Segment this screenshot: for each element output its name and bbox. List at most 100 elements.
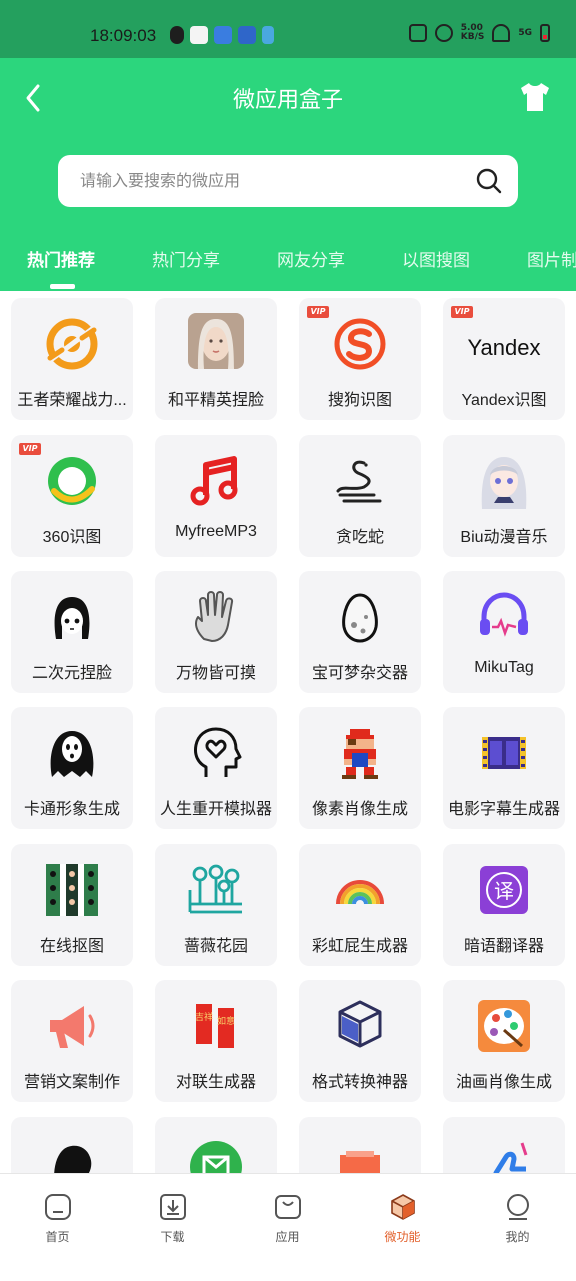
app-card[interactable] <box>155 1117 277 1173</box>
avatar-girl-icon <box>188 313 244 369</box>
search-icon[interactable] <box>476 168 502 194</box>
app-label: 像素肖像生成 <box>311 801 408 818</box>
svg-text:Yandex: Yandex <box>468 335 541 360</box>
svg-text:如意: 如意 <box>217 1015 235 1027</box>
bottom-nav: 首页 下载 应用 微功能 我的 <box>0 1173 576 1281</box>
app-card[interactable]: 人生重开模拟器 <box>155 707 277 829</box>
status-time: 18:09:03 <box>90 26 157 45</box>
app-card[interactable]: VIP 搜狗识图 <box>299 298 421 420</box>
thumbs-up-icon <box>493 1142 528 1173</box>
tab-user-share[interactable]: 网友分享 <box>277 246 345 271</box>
nav-apps[interactable]: 应用 <box>230 1192 345 1245</box>
search-input[interactable] <box>78 155 462 209</box>
app-label: 卡通形象生成 <box>23 801 120 818</box>
tab-hot-share[interactable]: 热门分享 <box>152 246 220 271</box>
app-notif-icon <box>238 26 256 44</box>
battery-icon <box>540 24 550 42</box>
vip-badge: VIP <box>19 443 41 455</box>
app-card[interactable]: 吉祥 如意 对联生成器 <box>155 980 277 1102</box>
app-card[interactable]: Biu动漫音乐 <box>443 435 565 557</box>
app-card[interactable]: MyfreeMP3 <box>155 435 277 557</box>
signal-icon: 5G <box>518 28 532 38</box>
app-label: 王者荣耀战力... <box>17 392 127 409</box>
nav-label: 我的 <box>505 1230 530 1244</box>
shield-icon <box>408 24 427 42</box>
app-card[interactable]: 蔷薇花园 <box>155 844 277 966</box>
app-card[interactable]: 彩虹屁生成器 <box>299 844 421 966</box>
app-card[interactable]: VIP Yandex Yandex识图 <box>443 298 565 420</box>
app-label: 二次元捏脸 <box>31 665 112 682</box>
app-label: Yandex识图 <box>461 392 547 409</box>
app-label: 贪吃蛇 <box>335 529 384 546</box>
anime-girl-icon <box>481 457 527 509</box>
bell-mute-icon <box>434 24 453 42</box>
app-card[interactable] <box>11 1117 133 1173</box>
translate-icon: 译 <box>480 866 528 914</box>
app-label: MikuTag <box>474 659 534 676</box>
status-bar: 18:09:03 5.00 KB/S 5G <box>0 0 576 58</box>
mail-icon <box>190 1141 242 1173</box>
ghost-mask-icon <box>50 731 94 777</box>
app-card[interactable] <box>299 1117 421 1173</box>
app-label: 油画肖像生成 <box>455 1074 552 1091</box>
tab-hot-recommend[interactable]: 热门推荐 <box>27 246 95 271</box>
app-card[interactable] <box>443 1117 565 1173</box>
bag-icon <box>274 1195 301 1219</box>
tab-bar: 热门推荐 热门分享 网友分享 以图搜图 图片制 <box>0 246 576 291</box>
app-label: 对联生成器 <box>175 1074 256 1091</box>
app-card[interactable]: 和平精英捏脸 <box>155 298 277 420</box>
nav-label: 应用 <box>275 1230 300 1244</box>
music-note-icon <box>190 456 238 506</box>
silhouette-icon <box>54 1145 92 1173</box>
shirt-icon[interactable] <box>518 80 552 114</box>
tab-image-make[interactable]: 图片制 <box>527 246 576 271</box>
app-notif-icon <box>262 26 274 44</box>
couplet-icon: 吉祥 如意 <box>195 1004 235 1048</box>
app-card[interactable]: 电影字幕生成器 <box>443 707 565 829</box>
app-card[interactable]: 营销文案制作 <box>11 980 133 1102</box>
search-box[interactable] <box>58 155 518 209</box>
app-card[interactable]: VIP 360识图 <box>11 435 133 557</box>
app-label: 360识图 <box>42 529 102 546</box>
app-card[interactable]: 格式转换神器 <box>299 980 421 1102</box>
page-title: 微应用盒子 <box>232 87 343 112</box>
app-label: 蔷薇花园 <box>183 938 248 955</box>
app-card[interactable]: 卡通形象生成 <box>11 707 133 829</box>
app-label: 在线抠图 <box>39 938 104 955</box>
app-card[interactable]: 在线抠图 <box>11 844 133 966</box>
palette-icon <box>478 1000 530 1052</box>
home-icon <box>44 1194 71 1220</box>
nav-mine[interactable]: 我的 <box>460 1192 575 1245</box>
tab-image-search[interactable]: 以图搜图 <box>402 246 470 271</box>
nav-label: 微功能 <box>384 1230 421 1244</box>
app-card[interactable]: 万物皆可摸 <box>155 571 277 693</box>
download-icon <box>159 1194 186 1220</box>
app-card[interactable]: 像素肖像生成 <box>299 707 421 829</box>
app-label: 人生重开模拟器 <box>159 801 272 818</box>
nav-micro-functions[interactable]: 微功能 <box>345 1192 460 1245</box>
box-icon <box>390 1194 415 1220</box>
app-card[interactable]: 二次元捏脸 <box>11 571 133 693</box>
nav-label: 下载 <box>160 1230 185 1244</box>
system-icons: 5.00 KB/S 5G <box>408 23 550 42</box>
app-label: Biu动漫音乐 <box>460 529 548 546</box>
tab-indicator <box>50 284 75 289</box>
net-speed: 5.00 KB/S <box>460 23 485 42</box>
app-card[interactable]: MikuTag <box>443 571 565 693</box>
360-icon <box>48 457 96 505</box>
app-card[interactable]: 王者荣耀战力... <box>11 298 133 420</box>
app-card[interactable]: 译 暗语翻译器 <box>443 844 565 966</box>
app-card[interactable]: 宝可梦杂交器 <box>299 571 421 693</box>
wechat-icon <box>170 26 184 44</box>
nav-download[interactable]: 下载 <box>115 1192 230 1245</box>
wifi-icon <box>492 24 511 42</box>
anime-face-icon <box>54 597 90 639</box>
snake-icon <box>336 460 382 503</box>
app-label: 暗语翻译器 <box>463 938 544 955</box>
cutout-grid-icon <box>46 864 98 916</box>
sogou-icon <box>334 318 386 370</box>
app-card[interactable]: 贪吃蛇 <box>299 435 421 557</box>
app-label: 搜狗识图 <box>327 392 392 409</box>
app-card[interactable]: 油画肖像生成 <box>443 980 565 1102</box>
nav-home[interactable]: 首页 <box>0 1192 115 1245</box>
